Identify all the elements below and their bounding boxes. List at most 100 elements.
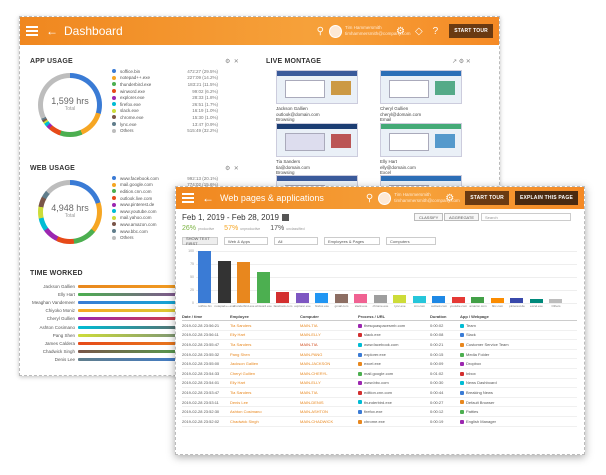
- cell-employee[interactable]: Elly Hart: [230, 332, 300, 337]
- chart-bar[interactable]: [276, 291, 289, 303]
- montage-tile-1[interactable]: [276, 70, 358, 104]
- search-input[interactable]: Search: [481, 213, 571, 221]
- gear-icon[interactable]: ⚙: [225, 166, 230, 172]
- cell-process[interactable]: edition.cnn.com: [358, 390, 430, 395]
- aggregate-button[interactable]: AGGREGATE: [444, 213, 480, 221]
- cell-process[interactable]: mail.google.com: [358, 371, 430, 376]
- legend-item[interactable]: firefox.exe 26:51 (1.7%): [112, 101, 218, 108]
- cell-process[interactable]: thesquaspacesmb.com: [358, 323, 430, 328]
- legend-item[interactable]: thunderbird.exe 183:21 (11.5%): [112, 81, 218, 88]
- gear-icon[interactable]: ⚙: [459, 59, 464, 65]
- panel-tools[interactable]: ⚙ ✕: [225, 58, 239, 65]
- cell-employee[interactable]: Tia Sanders: [230, 390, 300, 395]
- menu-icon[interactable]: [182, 193, 194, 203]
- chart-bar[interactable]: [217, 261, 231, 303]
- chart-bar[interactable]: [354, 294, 367, 303]
- chart-bar[interactable]: [412, 295, 426, 303]
- close-icon[interactable]: ✕: [466, 59, 471, 65]
- close-icon[interactable]: ✕: [234, 59, 239, 65]
- panel-tools[interactable]: ↗ ⚙ ✕: [452, 58, 471, 65]
- table-row[interactable]: 2019-02-28 23:52:02 Chadwick Singh MAIN-CH…: [182, 417, 577, 427]
- chart-bar[interactable]: [451, 296, 465, 303]
- cell-process[interactable]: excel.exe: [358, 361, 430, 366]
- table-row[interactable]: 2019-02-28 23:55:47 Tia Sanders MAIN-TIA ww…: [182, 340, 577, 350]
- cell-process[interactable]: www.bbc.com: [358, 380, 430, 385]
- legend-item[interactable]: slack.exe 16:19 (1.0%): [112, 108, 218, 115]
- chart-bar[interactable]: [256, 271, 270, 303]
- cell-employee[interactable]: Tia Sanders: [230, 323, 300, 328]
- column-process[interactable]: Process / URL: [358, 314, 430, 319]
- calendar-icon[interactable]: [281, 214, 289, 222]
- cell-process[interactable]: explorer.exe: [358, 352, 430, 357]
- legend-item[interactable]: notepad++.exe 227:09 (14.2%): [112, 75, 218, 82]
- cell-employee[interactable]: Jackson Gallien: [230, 361, 300, 366]
- cell-process[interactable]: chrome.exe: [358, 419, 430, 424]
- bell-icon[interactable]: ◇: [415, 26, 423, 37]
- search-icon[interactable]: ⚲: [317, 26, 324, 37]
- chart-bar[interactable]: [393, 295, 406, 303]
- legend-item[interactable]: explorer.exe 28:33 (1.8%): [112, 94, 218, 101]
- cell-employee[interactable]: Chadwick Singh: [230, 419, 300, 424]
- table-row[interactable]: 2019-02-28 23:56:11 Elly Hart MAIN-ELLY sla…: [182, 331, 577, 341]
- table-row[interactable]: 2019-02-28 23:54:01 Elly Hart MAIN-ELLY www…: [182, 379, 577, 389]
- legend-item[interactable]: Others 515:49 (32.2%): [112, 127, 218, 134]
- cell-employee[interactable]: Pang Shen: [230, 352, 300, 357]
- cell-process[interactable]: thunderbird.exe: [358, 400, 430, 405]
- montage-tile-2[interactable]: [380, 70, 462, 104]
- cell-employee[interactable]: Tia Sanders: [230, 342, 300, 347]
- cell-process[interactable]: firefox.exe: [358, 409, 430, 414]
- start-tour-button[interactable]: START TOUR: [465, 191, 509, 205]
- type-select[interactable]: Web & Apps: [224, 237, 268, 245]
- chart-bar[interactable]: [510, 298, 523, 303]
- chart-bar[interactable]: [471, 297, 484, 303]
- date-range[interactable]: Feb 1, 2019 - Feb 28, 2019: [182, 213, 289, 222]
- expand-icon[interactable]: ↗: [452, 59, 457, 65]
- chart-bar[interactable]: [237, 262, 250, 303]
- legend-item[interactable]: winword.exe 99:02 (6.2%): [112, 88, 218, 95]
- chart-bar[interactable]: [315, 293, 328, 303]
- column-app[interactable]: App / Webpage: [460, 314, 577, 319]
- chart-bar[interactable]: [432, 296, 445, 303]
- table-row[interactable]: 2019-02-28 23:52:30 Ashton Cosimano MAIN-A…: [182, 407, 577, 417]
- cell-employee[interactable]: Denis Lee: [230, 400, 300, 405]
- cell-employee[interactable]: Elly Hart: [230, 380, 300, 385]
- cell-process[interactable]: slack.exe: [358, 332, 430, 337]
- chart-bar[interactable]: [529, 298, 543, 303]
- classify-button[interactable]: CLASSIFY: [414, 213, 444, 221]
- chart-bar[interactable]: [490, 297, 504, 303]
- cell-process[interactable]: www.facebook.com: [358, 342, 430, 347]
- legend-item[interactable]: soffice.bin 472:27 (29.5%): [112, 68, 218, 75]
- chart-bar[interactable]: [198, 251, 211, 303]
- table-row[interactable]: 2019-02-28 23:53:47 Tia Sanders MAIN-TIA ed…: [182, 388, 577, 398]
- gear-icon[interactable]: ⚙: [225, 59, 230, 65]
- user-info[interactable]: Tim Hammersmith timhammersmith@company.c…: [394, 192, 460, 204]
- chart-bar[interactable]: [373, 294, 387, 303]
- chart-bar[interactable]: [295, 292, 309, 303]
- menu-icon[interactable]: [26, 26, 38, 36]
- cell-employee[interactable]: Cheryl Gullien: [230, 371, 300, 376]
- legend-item[interactable]: chrome.exe 15:30 (1.0%): [112, 114, 218, 121]
- table-row[interactable]: 2019-02-28 23:55:32 Pang Shen MAIN-PANG exp…: [182, 350, 577, 360]
- legend-item[interactable]: www.facebook.com 992:13 (20.1%): [112, 175, 218, 182]
- back-arrow-icon[interactable]: ←: [46, 24, 58, 38]
- chart-bar[interactable]: [334, 293, 348, 303]
- show-text-first-button[interactable]: SHOW TEXT FIRST: [182, 236, 218, 246]
- help-icon[interactable]: ?: [433, 26, 439, 37]
- close-icon[interactable]: ✕: [234, 166, 239, 172]
- gear-icon[interactable]: ⚙: [445, 193, 454, 204]
- table-row[interactable]: 2019-02-28 23:54:33 Cheryl Gullien MAIN-CH…: [182, 369, 577, 379]
- search-icon[interactable]: ⚲: [366, 193, 373, 204]
- table-row[interactable]: 2019-02-28 23:53:11 Denis Lee MAIN-DENIS th…: [182, 398, 577, 408]
- gear-icon[interactable]: ⚙: [396, 26, 405, 37]
- employees-select[interactable]: Employees & Pages: [324, 237, 380, 245]
- column-duration[interactable]: Duration: [430, 314, 460, 319]
- panel-tools[interactable]: ⚙ ✕: [225, 165, 239, 172]
- cell-employee[interactable]: Ashton Cosimano: [230, 409, 300, 414]
- table-row[interactable]: 2019-02-28 23:55:00 Jackson Gallien MAIN-J…: [182, 359, 577, 369]
- column-date[interactable]: Date / time: [182, 314, 230, 319]
- back-arrow-icon[interactable]: ←: [202, 191, 214, 205]
- legend-item[interactable]: lync.exe 13:47 (0.9%): [112, 121, 218, 128]
- avatar[interactable]: [329, 24, 342, 38]
- montage-tile-4[interactable]: [380, 123, 462, 157]
- table-row[interactable]: 2019-02-28 23:56:21 Tia Sanders MAIN-TIA th…: [182, 321, 577, 331]
